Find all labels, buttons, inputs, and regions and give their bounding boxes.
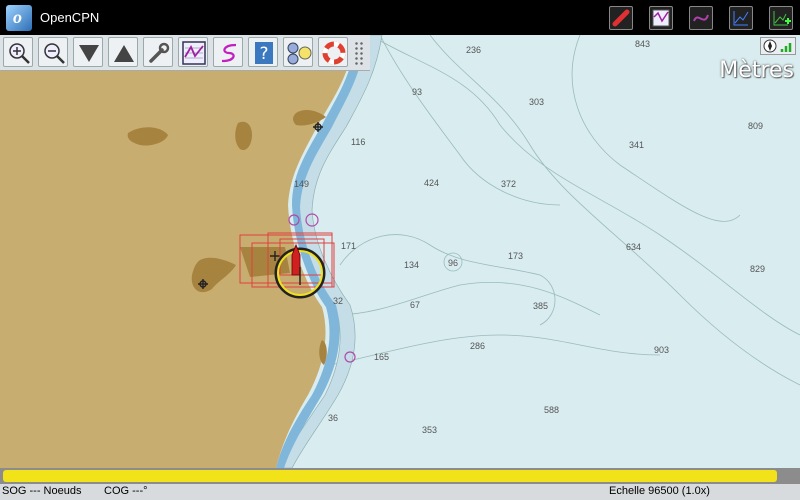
depth-sounding: 36 bbox=[328, 413, 339, 423]
track-icon[interactable] bbox=[689, 6, 713, 30]
scale-up-button[interactable] bbox=[108, 37, 138, 67]
title-bar: o OpenCPN bbox=[0, 0, 800, 35]
cog-readout: COG ---° bbox=[104, 485, 148, 497]
depth-sounding: 303 bbox=[529, 97, 545, 107]
depth-sounding: 93 bbox=[412, 87, 423, 97]
depth-sounding: 149 bbox=[294, 179, 310, 189]
app-title: OpenCPN bbox=[40, 10, 100, 25]
tide-current-button[interactable] bbox=[283, 37, 313, 67]
progress-fill bbox=[3, 470, 777, 482]
depth-sounding: 236 bbox=[466, 45, 482, 55]
help-icon: ? bbox=[255, 42, 273, 64]
depth-sounding: 385 bbox=[533, 301, 549, 311]
scale-down-button[interactable] bbox=[73, 37, 103, 67]
depth-sounding: 134 bbox=[404, 260, 420, 270]
zoom-in-button[interactable] bbox=[3, 37, 33, 67]
opencpn-logo: o bbox=[6, 5, 32, 31]
zoom-in-icon bbox=[9, 43, 30, 64]
depth-sounding: 116 bbox=[351, 137, 366, 147]
depth-sounding: 171 bbox=[341, 241, 357, 251]
help-button[interactable]: ? bbox=[248, 37, 278, 67]
chart-canvas[interactable] bbox=[0, 35, 800, 468]
graph-icon[interactable] bbox=[729, 6, 753, 30]
status-bar: SOG --- Noeuds COG ---° Echelle 96500 (1… bbox=[0, 484, 800, 500]
depth-sounding: 67 bbox=[410, 300, 421, 310]
triangle-down-icon bbox=[79, 45, 99, 62]
settings-button[interactable] bbox=[143, 37, 173, 67]
depth-sounding: 809 bbox=[748, 121, 764, 131]
depth-sounding: 372 bbox=[501, 179, 517, 189]
svg-text:?: ? bbox=[259, 44, 268, 64]
wrench-icon bbox=[149, 42, 170, 63]
depth-sounding: 96 bbox=[448, 258, 459, 268]
depth-sounding: 286 bbox=[470, 341, 486, 351]
lifebuoy-icon bbox=[322, 41, 346, 65]
depth-sounding: 903 bbox=[654, 345, 670, 355]
toolbar-grip-icon[interactable] bbox=[354, 41, 364, 65]
chart-panel-icon[interactable] bbox=[649, 6, 673, 30]
depth-sounding: 165 bbox=[374, 352, 390, 362]
scale-readout: Echelle 96500 (1.0x) bbox=[609, 485, 710, 497]
man-overboard-button[interactable] bbox=[318, 37, 348, 67]
depth-sounding: 341 bbox=[629, 140, 645, 150]
red-route-icon[interactable] bbox=[609, 6, 633, 30]
depth-sounding: 32 bbox=[333, 296, 344, 306]
depth-sounding: 588 bbox=[544, 405, 560, 415]
depth-sounding: 843 bbox=[635, 39, 651, 49]
depth-units-label: Mètres bbox=[719, 58, 794, 83]
depth-sounding: 424 bbox=[424, 178, 440, 188]
route-manager-icon bbox=[182, 41, 206, 65]
triangle-up-icon bbox=[114, 45, 134, 62]
route-s-icon bbox=[221, 43, 237, 63]
zoom-out-button[interactable] bbox=[38, 37, 68, 67]
create-route-button[interactable] bbox=[213, 37, 243, 67]
zoom-out-icon bbox=[44, 43, 65, 64]
depth-sounding: 829 bbox=[750, 264, 766, 274]
depth-sounding: 634 bbox=[626, 242, 642, 252]
compass-indicator[interactable] bbox=[760, 37, 796, 55]
tide-current-icon bbox=[287, 42, 312, 65]
graph-add-icon[interactable] bbox=[769, 6, 793, 30]
depth-sounding: 353 bbox=[422, 425, 438, 435]
nautical-chart[interactable]: 236 843 93 303 809 116 341 424 372 149 1… bbox=[0, 35, 800, 468]
depth-sounding: 173 bbox=[508, 251, 524, 261]
route-manager-button[interactable] bbox=[178, 37, 208, 67]
sog-readout: SOG --- Noeuds bbox=[2, 485, 82, 497]
chart-toolbar: ? bbox=[0, 35, 370, 71]
progress-bar bbox=[0, 468, 800, 484]
